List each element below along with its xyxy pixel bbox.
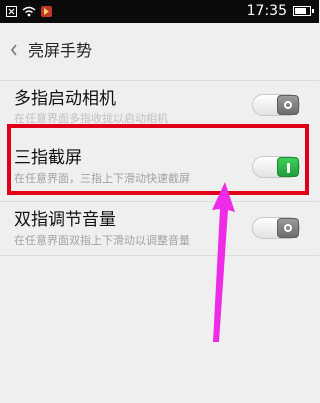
arrow-annotation <box>212 182 235 342</box>
